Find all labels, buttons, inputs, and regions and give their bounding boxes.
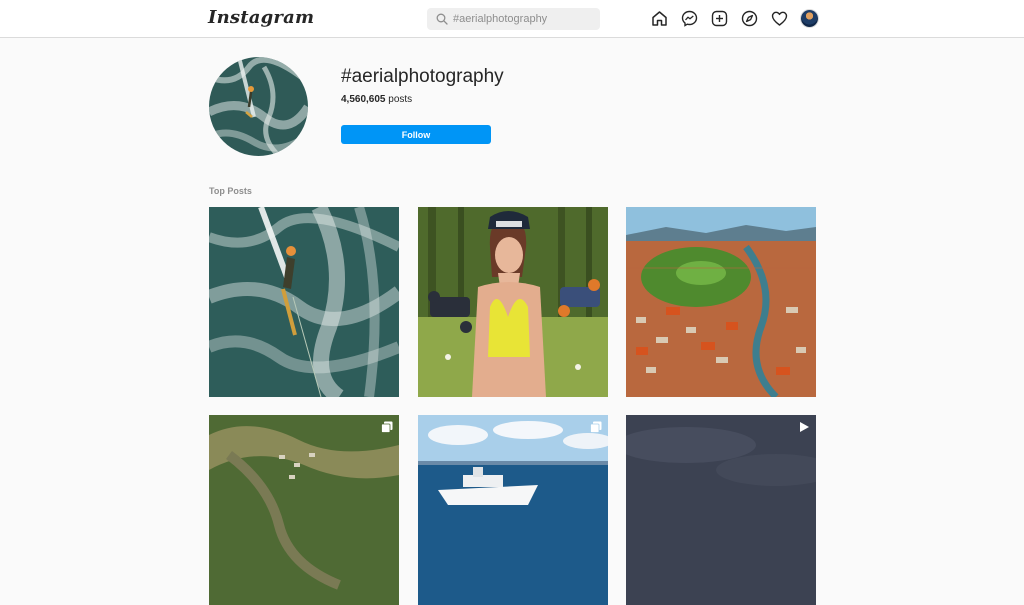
- direct-messages-button[interactable]: [681, 10, 698, 27]
- explore-icon: [741, 10, 758, 27]
- post-count-suffix: posts: [385, 94, 413, 105]
- post-tile-yacht[interactable]: [418, 415, 608, 605]
- profile-avatar[interactable]: [801, 10, 818, 27]
- home-icon: [652, 11, 667, 26]
- post-tile-sky[interactable]: [626, 415, 816, 605]
- carousel-icon: [590, 421, 602, 433]
- new-post-icon: [711, 10, 728, 27]
- yacht-image: [418, 415, 608, 605]
- search-box[interactable]: [427, 8, 600, 30]
- search-icon: [436, 13, 448, 25]
- top-navigation-bar: Instagram: [0, 0, 1024, 38]
- aerial-river-image: [209, 415, 399, 605]
- post-tile-drones[interactable]: [418, 207, 608, 397]
- dark-sky-image: [626, 415, 816, 605]
- top-posts-heading: Top Posts: [209, 186, 252, 196]
- hashtag-cover-image: [209, 57, 308, 156]
- hashtag-title: #aerialphotography: [341, 66, 504, 87]
- post-count-value: 4,560,605: [341, 94, 386, 105]
- new-post-button[interactable]: [711, 10, 728, 27]
- home-button[interactable]: [651, 10, 668, 27]
- aerial-city-image: [626, 207, 816, 397]
- messenger-icon: [681, 10, 698, 27]
- video-icon: [800, 422, 809, 432]
- activity-button[interactable]: [771, 10, 788, 27]
- post-tile-river[interactable]: [209, 415, 399, 605]
- instagram-logo[interactable]: Instagram: [208, 7, 314, 28]
- drone-pilot-image: [418, 207, 608, 397]
- post-tile-wakeboarder[interactable]: [209, 207, 399, 397]
- explore-button[interactable]: [741, 10, 758, 27]
- follow-button[interactable]: Follow: [341, 125, 491, 144]
- wakeboarder-image: [209, 207, 399, 397]
- post-tile-city[interactable]: [626, 207, 816, 397]
- search-input[interactable]: [453, 11, 593, 27]
- activity-heart-icon: [771, 11, 788, 26]
- post-count: 4,560,605 posts: [341, 94, 412, 105]
- carousel-icon: [381, 421, 393, 433]
